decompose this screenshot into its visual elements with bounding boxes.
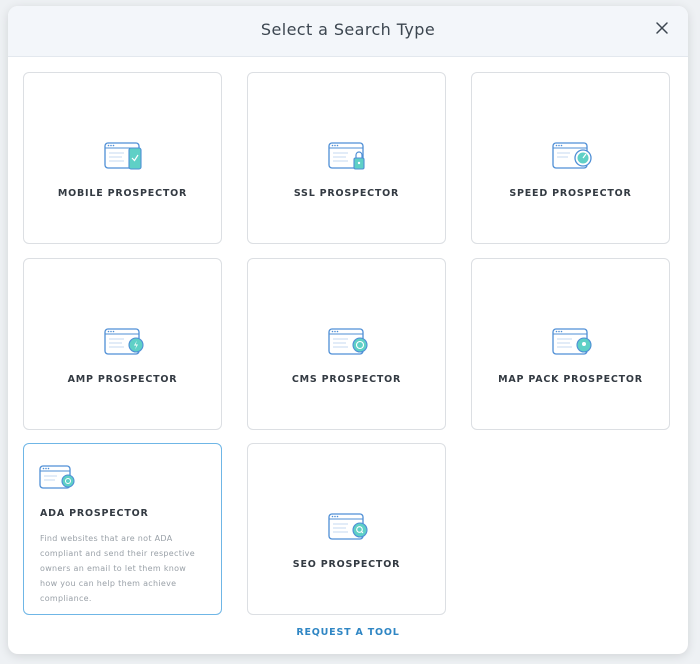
cms-prospector-card[interactable]: CMS PROSPECTOR (247, 258, 446, 430)
modal-header: Select a Search Type (8, 6, 688, 57)
map-pack-prospector-card[interactable]: MAP PACK PROSPECTOR (471, 258, 670, 430)
cms-browser-icon (328, 328, 368, 355)
map-pin-browser-icon (552, 328, 592, 355)
request-a-tool-link[interactable]: REQUEST A TOOL (8, 627, 688, 638)
modal-title: Select a Search Type (260, 20, 436, 39)
card-label: CMS PROSPECTOR (291, 374, 402, 385)
mobile-browser-icon (104, 142, 142, 170)
ssl-lock-browser-icon (328, 142, 365, 170)
mobile-prospector-card[interactable]: MOBILE PROSPECTOR (23, 72, 222, 244)
card-label: MAP PACK PROSPECTOR (498, 374, 643, 385)
card-label: MOBILE PROSPECTOR (57, 188, 188, 199)
card-label: AMP PROSPECTOR (67, 374, 178, 385)
close-icon (656, 22, 668, 34)
card-label: SPEED PROSPECTOR (509, 188, 632, 199)
seo-prospector-card[interactable]: SEO PROSPECTOR (247, 443, 446, 615)
search-type-modal: Select a Search Type MOBILE PROSPECTOR S… (8, 6, 688, 654)
speed-prospector-card[interactable]: SPEED PROSPECTOR (471, 72, 670, 244)
seo-browser-icon (328, 513, 368, 540)
card-description: Find websites that are not ADA compliant… (40, 534, 195, 603)
ada-browser-icon (39, 465, 75, 489)
ada-prospector-card[interactable]: ADA PROSPECTOR Find websites that are no… (23, 443, 222, 615)
amp-prospector-card[interactable]: AMP PROSPECTOR (23, 258, 222, 430)
ssl-prospector-card[interactable]: SSL PROSPECTOR (247, 72, 446, 244)
close-button[interactable] (654, 20, 670, 36)
speed-gauge-browser-icon (552, 142, 592, 169)
card-label: ADA PROSPECTOR (40, 508, 149, 519)
card-label: SEO PROSPECTOR (292, 559, 401, 570)
amp-browser-icon (104, 328, 144, 355)
card-label: SSL PROSPECTOR (293, 188, 400, 199)
